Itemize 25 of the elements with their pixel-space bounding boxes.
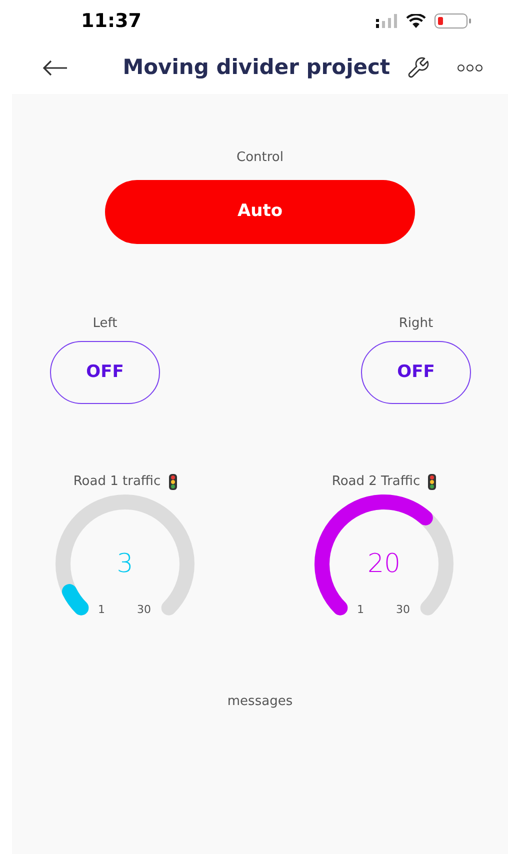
back-arrow-icon [42,60,68,76]
switch-button[interactable]: OFF [361,341,471,404]
more-icon [457,64,483,72]
gauge-label: Road 2 Traffic [332,473,420,492]
traffic-light-icon [428,474,436,490]
gauge-max: 30 [396,602,410,618]
gauge-min: 1 [98,602,105,618]
switch-label: Right [398,314,434,332]
battery-icon [434,13,472,29]
switch-button[interactable]: OFF [50,341,160,404]
signal-icon [376,14,398,28]
auto-button[interactable]: Auto [105,180,415,244]
gauge-label: Road 1 traffic [73,473,161,492]
wifi-icon [406,14,426,28]
wrench-icon [406,56,430,80]
switch-label: Left [92,314,118,332]
gauge-value: 20 [367,548,401,581]
gauge-value: 3 [116,548,134,581]
control-label: Control [236,149,284,167]
gauge-min: 1 [357,602,364,618]
page-title: Moving divider project [122,54,390,82]
traffic-light-icon [168,474,177,490]
status-time: 11:37 [81,8,142,34]
messages-label: messages [227,693,293,711]
gauge-max: 30 [137,602,151,618]
